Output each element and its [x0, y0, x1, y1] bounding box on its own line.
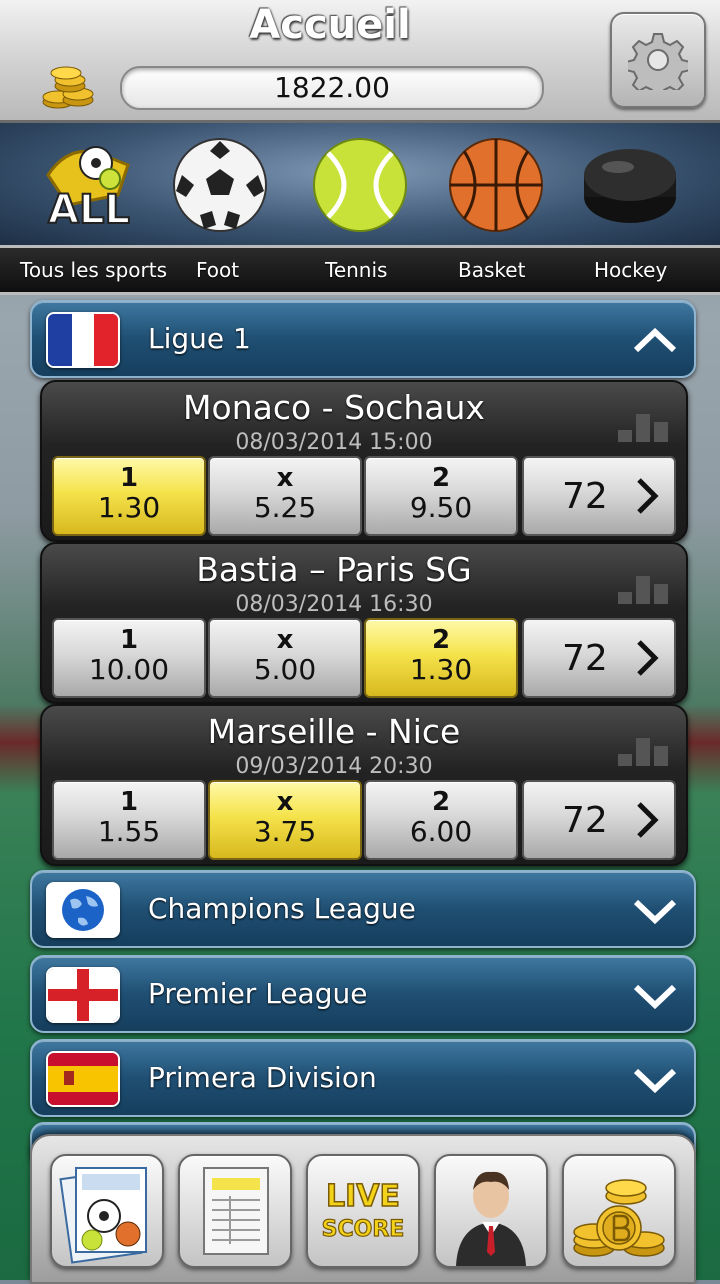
basketball-icon[interactable]	[446, 135, 546, 235]
league-header-champions-league[interactable]: Champions League	[30, 870, 696, 948]
odd-value: 1.30	[97, 491, 161, 524]
odd-label: x	[276, 787, 294, 817]
stats-icon[interactable]	[616, 730, 672, 766]
odd-button-draw[interactable]: x 3.75	[208, 780, 362, 860]
odd-label: 2	[431, 463, 451, 493]
match-teams: Monaco - Sochaux	[183, 388, 485, 427]
odd-value: 1.30	[409, 653, 473, 686]
bottom-toolbar: LIVE SCORE	[30, 1134, 696, 1284]
page-title: Accueil	[249, 2, 411, 48]
gold-coins-icon	[573, 1179, 665, 1257]
tab-hockey[interactable]: Hockey	[594, 258, 667, 282]
profile-businessman-icon	[456, 1171, 526, 1266]
tab-tennis[interactable]: Tennis	[325, 258, 387, 282]
live-score-icon: LIVE SCORE	[321, 1178, 405, 1242]
match-datetime: 08/03/2014 16:30	[235, 592, 433, 617]
sports-news-button[interactable]	[50, 1154, 164, 1268]
gear-icon	[628, 33, 688, 90]
league-name: Premier League	[148, 977, 368, 1010]
odd-button-draw[interactable]: x 5.00	[208, 618, 362, 698]
odd-button-home[interactable]: 1 10.00	[52, 618, 206, 698]
odd-button-home[interactable]: 1 1.55	[52, 780, 206, 860]
more-bets-count: 72	[562, 476, 608, 517]
more-bets-button[interactable]: 72	[522, 618, 676, 698]
odd-value: 3.75	[253, 815, 317, 848]
spain-flag-icon	[46, 1051, 120, 1107]
odd-value: 5.00	[253, 653, 317, 686]
bet-slip-icon	[203, 1167, 269, 1255]
settings-button[interactable]	[610, 12, 706, 108]
bet-slip-button[interactable]	[178, 1154, 292, 1268]
odd-label: x	[276, 463, 294, 493]
chevron-down-icon[interactable]	[632, 896, 678, 924]
stats-icon[interactable]	[616, 406, 672, 442]
odd-button-away[interactable]: 2 6.00	[364, 780, 518, 860]
coins-icon	[42, 66, 94, 109]
more-bets-button[interactable]: 72	[522, 780, 676, 860]
league-name: Primera Division	[148, 1061, 377, 1094]
chevron-down-icon[interactable]	[632, 981, 678, 1009]
more-bets-button[interactable]: 72	[522, 456, 676, 536]
france-flag-icon	[46, 312, 120, 368]
match-teams: Marseille - Nice	[207, 712, 461, 751]
chevron-down-icon[interactable]	[632, 1065, 678, 1093]
odd-label: 1	[119, 625, 139, 655]
match-datetime: 08/03/2014 15:00	[235, 430, 433, 455]
league-name: Ligue 1	[148, 322, 251, 355]
match-card: Monaco - Sochaux 08/03/2014 15:00 1 1.30…	[40, 380, 688, 542]
league-header-premier-league[interactable]: Premier League	[30, 955, 696, 1033]
tab-basket[interactable]: Basket	[458, 258, 525, 282]
hockey-puck-icon[interactable]	[580, 135, 680, 235]
odd-label: 2	[431, 625, 451, 655]
balance-display: 1822.00	[120, 66, 544, 110]
match-teams: Bastia – Paris SG	[196, 550, 472, 589]
header-bar: Accueil 1822.00	[0, 0, 720, 123]
coins-shop-button[interactable]	[562, 1154, 676, 1268]
svg-text:ALL: ALL	[48, 187, 130, 233]
league-header-primera-division[interactable]: Primera Division	[30, 1039, 696, 1117]
all-sports-icon[interactable]: ALL	[38, 135, 138, 235]
league-name: Champions League	[148, 892, 416, 925]
tab-foot[interactable]: Foot	[196, 258, 239, 282]
odd-label: 1	[119, 787, 139, 817]
sports-labels-bar: Tous les sports Foot Tennis Basket Hocke…	[0, 245, 720, 295]
soccer-ball-icon[interactable]	[170, 135, 270, 235]
league-header-ligue-1[interactable]: Ligue 1	[30, 300, 696, 378]
profile-button[interactable]	[434, 1154, 548, 1268]
live-score-button[interactable]: LIVE SCORE	[306, 1154, 420, 1268]
odd-button-away[interactable]: 2 1.30	[364, 618, 518, 698]
tennis-ball-icon[interactable]	[310, 135, 410, 235]
odd-button-home[interactable]: 1 1.30	[52, 456, 206, 536]
chevron-right-icon	[637, 478, 659, 514]
chevron-right-icon	[637, 640, 659, 676]
odd-value: 10.00	[88, 653, 170, 686]
sports-selector: ALL	[0, 123, 720, 245]
odd-label: x	[276, 625, 294, 655]
more-bets-count: 72	[562, 800, 608, 841]
odd-value: 6.00	[409, 815, 473, 848]
chevron-up-icon[interactable]	[632, 326, 678, 354]
odd-label: 2	[431, 787, 451, 817]
odd-value: 9.50	[409, 491, 473, 524]
odd-button-draw[interactable]: x 5.25	[208, 456, 362, 536]
odd-value: 5.25	[253, 491, 317, 524]
match-card: Bastia – Paris SG 08/03/2014 16:30 1 10.…	[40, 542, 688, 704]
tab-all-sports[interactable]: Tous les sports	[20, 258, 167, 282]
score-label: SCORE	[322, 1217, 405, 1242]
odd-value: 1.55	[97, 815, 161, 848]
globe-icon	[46, 882, 120, 938]
chevron-right-icon	[637, 802, 659, 838]
match-card: Marseille - Nice 09/03/2014 20:30 1 1.55…	[40, 704, 688, 866]
odd-label: 1	[119, 463, 139, 493]
england-flag-icon	[46, 967, 120, 1023]
live-label: LIVE	[326, 1179, 400, 1214]
stats-icon[interactable]	[616, 568, 672, 604]
more-bets-count: 72	[562, 638, 608, 679]
sports-newspaper-icon	[59, 1167, 147, 1264]
match-datetime: 09/03/2014 20:30	[235, 754, 433, 779]
odd-button-away[interactable]: 2 9.50	[364, 456, 518, 536]
